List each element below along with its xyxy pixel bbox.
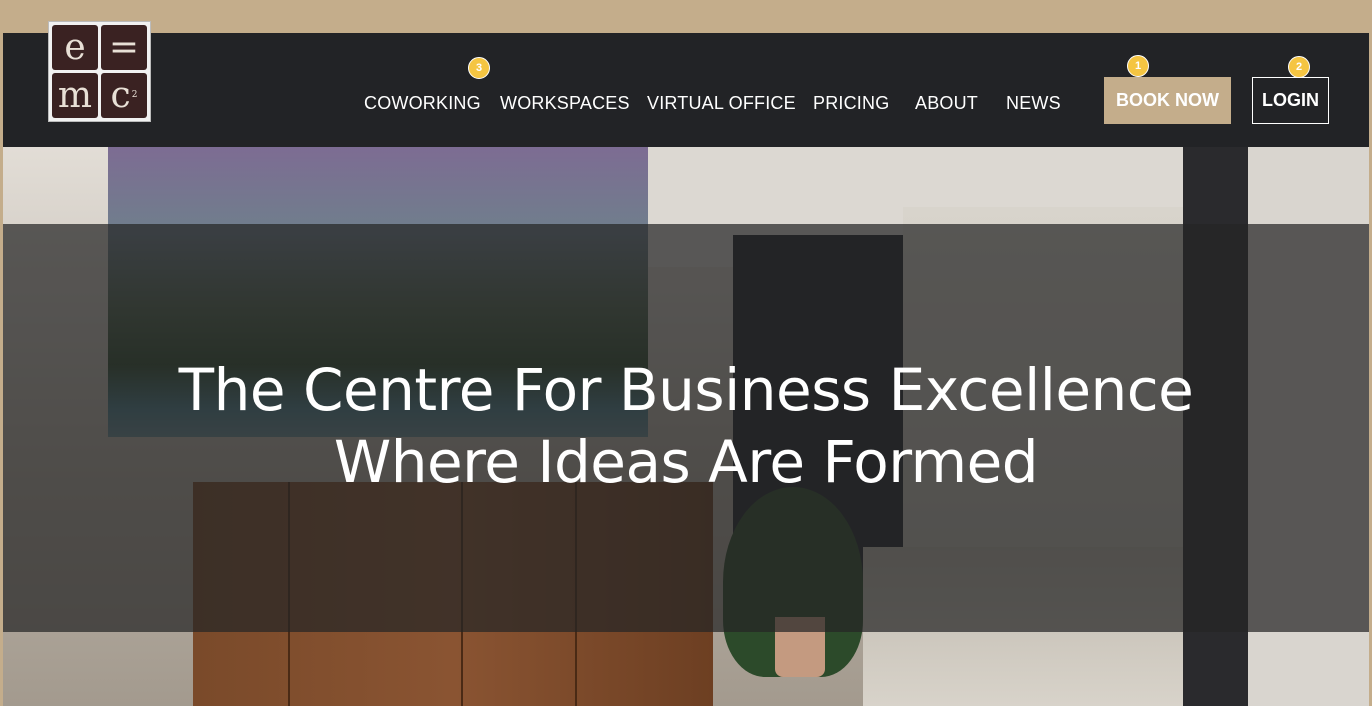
site-header: e = m c2 3 COWORKING WORKSPACES VIRTUAL … [3, 21, 1369, 147]
logo-superscript: 2 [131, 90, 138, 100]
hero-headline-line1: The Centre For Business Excellence [178, 356, 1194, 424]
hero-section: The Centre For Business Excellence Where… [3, 147, 1369, 706]
login-button[interactable]: LOGIN [1252, 77, 1329, 124]
nav-pricing[interactable]: PRICING [813, 93, 889, 117]
logo-cell-c: c2 [101, 73, 147, 118]
site-logo[interactable]: e = m c2 [48, 21, 151, 122]
nav-news[interactable]: NEWS [1006, 93, 1061, 117]
book-now-button[interactable]: BOOK NOW [1104, 77, 1231, 124]
book-now-badge: 1 [1127, 55, 1149, 77]
coworking-badge: 3 [468, 57, 490, 79]
hero-headline-line2: Where Ideas Are Formed [333, 428, 1039, 496]
hero-headline: The Centre For Business Excellence Where… [3, 354, 1369, 498]
nav-coworking[interactable]: COWORKING [364, 93, 481, 117]
login-badge: 2 [1288, 56, 1310, 78]
logo-c-letter: c [110, 74, 131, 116]
nav-workspaces[interactable]: WORKSPACES [500, 93, 630, 117]
logo-cell-equals: = [101, 25, 147, 70]
logo-cell-m: m [52, 73, 98, 118]
nav-about[interactable]: ABOUT [915, 93, 978, 117]
top-accent-strip [0, 0, 1372, 33]
nav-virtual-office[interactable]: VIRTUAL OFFICE [647, 93, 796, 117]
logo-cell-e: e [52, 25, 98, 70]
